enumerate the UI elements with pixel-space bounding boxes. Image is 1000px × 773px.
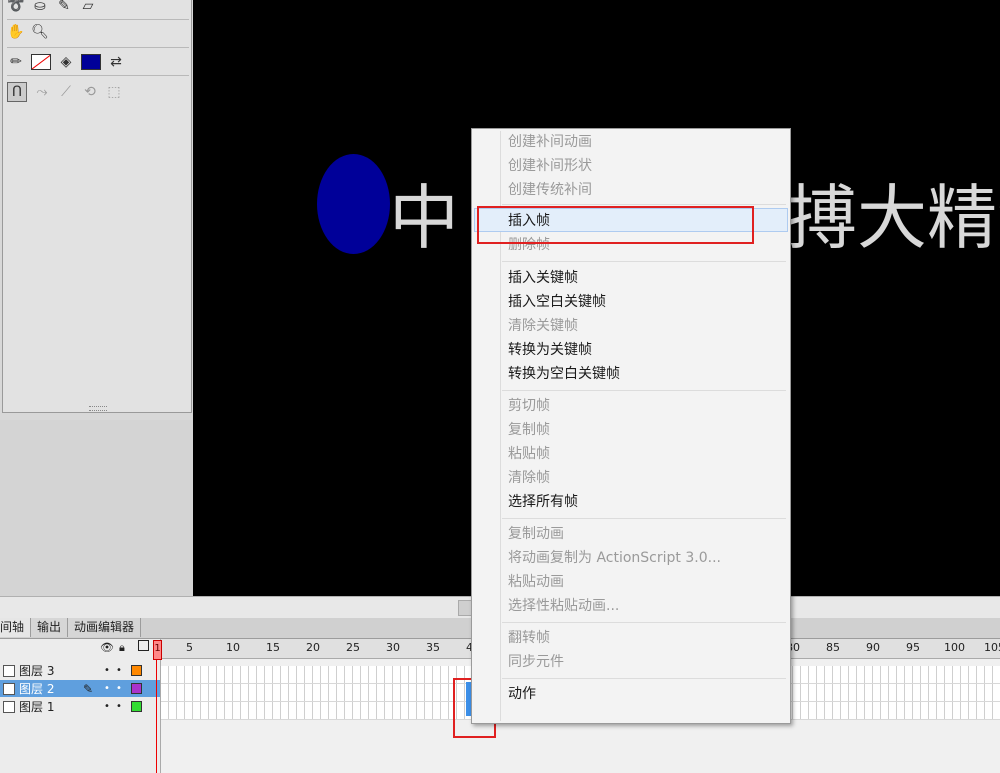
lock-icon[interactable]: 🔒︎ <box>119 641 125 655</box>
menu-item-copy-frames: 复制帧 <box>508 422 550 438</box>
ruler-label: 15 <box>266 641 280 654</box>
layer-color-box[interactable] <box>131 665 142 676</box>
stage-text-right[interactable]: 搏大精湛 <box>787 162 1000 263</box>
menu-separator <box>502 678 786 679</box>
layer-name[interactable]: 图层 2 <box>19 680 75 697</box>
tab-timeline[interactable]: 间轴 <box>0 618 32 637</box>
stroke-color-swatch[interactable] <box>31 54 51 70</box>
tools-panel: ➰ ⛀ ✎ ▱ ✋ 🔍︎ ✏ ◈ ⇄ Ո ⤳ ⟋ ⟲ ⬚ <box>0 0 193 420</box>
blue-ellipse-shape[interactable] <box>317 154 390 254</box>
menu-item-synchronize-symbols: 同步元件 <box>508 654 564 670</box>
ruler-label: 25 <box>346 641 360 654</box>
pencil-stroke-icon[interactable]: ✏ <box>7 53 25 71</box>
menu-separator <box>502 261 786 262</box>
pencil-edit-icon: ✎ <box>82 681 94 696</box>
menu-item-cut-frames: 剪切帧 <box>508 398 550 414</box>
lasso-icon[interactable]: ➰ <box>7 0 25 15</box>
menu-item-reverse-frames: 翻转帧 <box>508 630 550 646</box>
ruler-label: 105 <box>984 641 1000 654</box>
tab-motion-editor[interactable]: 动画编辑器 <box>68 618 142 637</box>
layer-list: 👁 🔒︎ 图层 3 • • 图层 2 ✎ • • 图层 1 • • <box>0 639 161 773</box>
snap-magnet-icon[interactable]: Ո <box>7 82 27 102</box>
eyedropper-icon[interactable]: ✎ <box>55 0 73 15</box>
menu-separator <box>502 622 786 623</box>
menu-separator <box>502 204 786 205</box>
ruler-label: 35 <box>426 641 440 654</box>
menu-item-paste-frames: 粘贴帧 <box>508 446 550 462</box>
bucket-fill-icon[interactable]: ◈ <box>57 53 75 71</box>
menu-item-insert-blank-keyframe[interactable]: 插入空白关键帧 <box>508 291 606 313</box>
ruler-label: 100 <box>944 641 965 654</box>
menu-item-convert-to-blank-keyframe[interactable]: 转换为空白关键帧 <box>508 363 620 385</box>
layer-row-1[interactable]: 图层 1 • • <box>0 698 160 715</box>
ruler-label: 30 <box>386 641 400 654</box>
menu-separator <box>502 390 786 391</box>
fill-color-swatch[interactable] <box>81 54 101 70</box>
menu-item-clear-frames: 清除帧 <box>508 470 550 486</box>
layer-color-box[interactable] <box>131 701 142 712</box>
ruler-label: 85 <box>826 641 840 654</box>
menu-item-create-motion-tween: 创建补间动画 <box>508 134 592 150</box>
annotation-box-insert-frame <box>477 206 754 244</box>
visibility-dot[interactable]: • <box>101 701 113 712</box>
ruler-label: 5 <box>186 641 193 654</box>
visibility-dot[interactable]: • <box>101 665 113 676</box>
visibility-dot[interactable]: • <box>101 683 113 694</box>
ruler-label: 95 <box>906 641 920 654</box>
outline-icon[interactable] <box>138 640 149 651</box>
stage-text-left[interactable]: 中 <box>389 162 460 263</box>
menu-item-paste-motion: 粘贴动画 <box>508 574 564 590</box>
ruler-label: 90 <box>866 641 880 654</box>
layer-row-3[interactable]: 图层 3 • • <box>0 662 160 679</box>
eye-icon[interactable]: 👁 <box>100 641 114 654</box>
straighten-icon[interactable]: ⟋ <box>57 83 75 101</box>
scale-icon[interactable]: ⬚ <box>105 83 123 101</box>
menu-item-create-classic-tween: 创建传统补间 <box>508 182 592 198</box>
lock-dot[interactable]: • <box>113 683 125 694</box>
layer-icon <box>3 664 15 677</box>
lock-dot[interactable]: • <box>113 701 125 712</box>
menu-separator <box>502 518 786 519</box>
layer-name[interactable]: 图层 3 <box>19 662 75 679</box>
lock-dot[interactable]: • <box>113 665 125 676</box>
eraser-icon[interactable]: ▱ <box>79 0 97 15</box>
menu-item-convert-to-keyframe[interactable]: 转换为关键帧 <box>508 339 592 361</box>
swap-colors-icon[interactable]: ⇄ <box>107 53 125 71</box>
layer-name[interactable]: 图层 1 <box>19 698 75 715</box>
tools-panel-body: ➰ ⛀ ✎ ▱ ✋ 🔍︎ ✏ ◈ ⇄ Ո ⤳ ⟋ ⟲ ⬚ <box>2 0 192 413</box>
tab-output[interactable]: 输出 <box>31 618 69 637</box>
menu-item-create-shape-tween: 创建补间形状 <box>508 158 592 174</box>
paint-bucket-icon[interactable]: ⛀ <box>31 0 49 15</box>
panel-resize-grip[interactable] <box>89 406 107 411</box>
smooth-icon[interactable]: ⤳ <box>33 83 51 101</box>
menu-item-actions[interactable]: 动作 <box>508 683 536 705</box>
layer-color-box[interactable] <box>131 683 142 694</box>
menu-item-copy-motion-as-as3: 将动画复制为 ActionScript 3.0... <box>508 550 721 566</box>
layer-icon <box>3 700 15 713</box>
playhead-marker[interactable]: 1 <box>153 640 162 660</box>
zoom-icon[interactable]: 🔍︎ <box>31 23 49 41</box>
menu-item-clear-keyframe: 清除关键帧 <box>508 318 578 334</box>
hand-icon[interactable]: ✋ <box>7 23 25 41</box>
layer-row-2[interactable]: 图层 2 ✎ • • <box>0 680 160 697</box>
menu-item-insert-keyframe[interactable]: 插入关键帧 <box>508 267 578 289</box>
ruler-label: 10 <box>226 641 240 654</box>
layer-icon <box>3 682 15 695</box>
rotate-icon[interactable]: ⟲ <box>81 83 99 101</box>
menu-item-copy-motion: 复制动画 <box>508 526 564 542</box>
menu-item-paste-motion-special: 选择性粘贴动画... <box>508 598 620 614</box>
menu-item-select-all-frames[interactable]: 选择所有帧 <box>508 491 578 513</box>
ruler-label: 20 <box>306 641 320 654</box>
